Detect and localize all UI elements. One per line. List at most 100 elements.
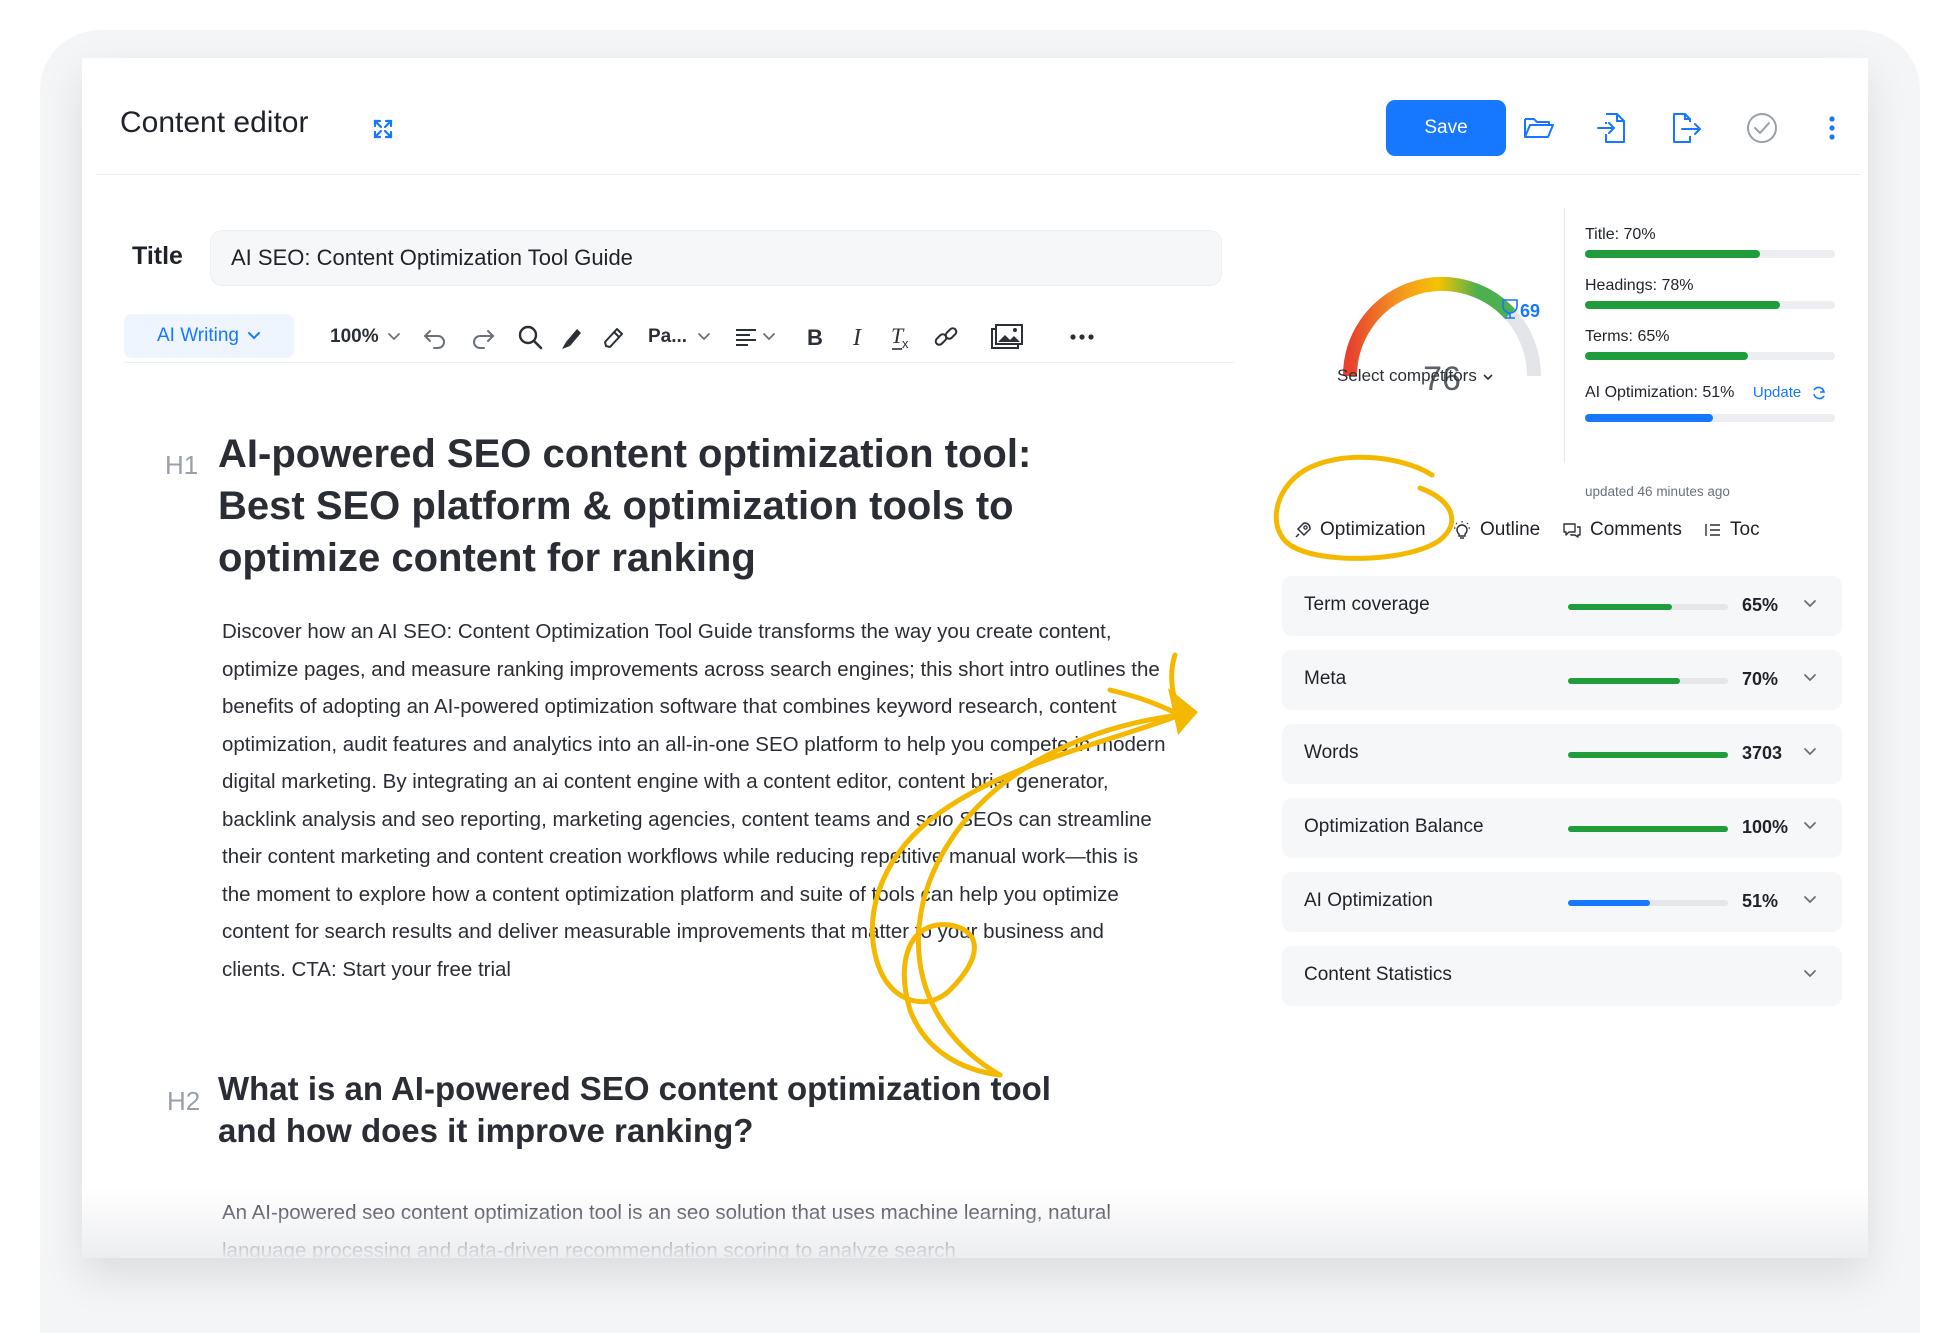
chevron-down-icon — [1804, 822, 1816, 830]
select-competitors-label: Select competitors — [1337, 366, 1477, 385]
mini-metric-track — [1585, 352, 1835, 360]
trophy-score: 69 — [1520, 301, 1540, 321]
tab-outline[interactable]: Outline — [1452, 510, 1540, 550]
highlighter-icon[interactable] — [558, 322, 584, 352]
zoom-dropdown[interactable]: 100% — [330, 322, 401, 352]
paragraph-style-dropdown[interactable]: Pa... — [648, 322, 711, 352]
eraser-pen-icon[interactable] — [600, 322, 626, 352]
metric-label: Optimization Balance — [1304, 816, 1484, 837]
metric-fill — [1568, 900, 1650, 906]
update-label: Update — [1752, 384, 1802, 401]
redo-icon[interactable] — [470, 322, 496, 352]
mini-metric-track — [1585, 250, 1835, 258]
svg-text:x: x — [902, 336, 909, 351]
metric-ai-optimization[interactable]: AI Optimization 51% — [1282, 872, 1842, 932]
chevron-down-icon — [1804, 970, 1816, 978]
metric-track — [1568, 752, 1728, 758]
metric-term-coverage[interactable]: Term coverage 65% — [1282, 576, 1842, 636]
mini-metric-label: Title: 70% — [1585, 226, 1656, 243]
metric-track — [1568, 826, 1728, 832]
chevron-down-icon — [387, 333, 400, 341]
clear-format-icon[interactable]: T x — [888, 322, 916, 352]
link-icon[interactable] — [932, 322, 960, 352]
editor-toolbar: AI Writing 100% Pa... B I T x — [124, 314, 1234, 363]
tab-label: Toc — [1730, 519, 1760, 540]
lightbulb-icon — [1454, 521, 1470, 539]
metric-fill — [1568, 752, 1728, 758]
ai-writing-dropdown[interactable]: AI Writing — [124, 314, 294, 358]
h2-tag: H2 — [167, 1086, 201, 1116]
tab-optimization[interactable]: Optimization — [1294, 510, 1426, 550]
undo-icon[interactable] — [422, 322, 448, 352]
metric-value: 100% — [1742, 817, 1789, 837]
mini-metric-track — [1585, 301, 1835, 309]
more-vertical-icon[interactable] — [1822, 110, 1842, 146]
metric-label: Meta — [1304, 668, 1347, 689]
metric-track — [1568, 900, 1728, 906]
chevron-down-icon — [1804, 896, 1816, 904]
metric-track — [1568, 604, 1728, 610]
expand-icon[interactable] — [372, 118, 394, 140]
select-competitors-dropdown[interactable]: Select competitors — [1337, 366, 1494, 386]
metric-value: 51% — [1742, 891, 1779, 911]
updated-ago-text: updated 46 minutes ago — [1585, 484, 1730, 499]
folder-open-icon[interactable] — [1521, 110, 1557, 146]
bold-icon[interactable]: B — [804, 322, 826, 352]
export-file-icon[interactable] — [1668, 110, 1704, 146]
metric-content-statistics[interactable]: Content Statistics — [1282, 946, 1842, 1006]
tab-label: Optimization — [1320, 519, 1426, 540]
editor-header: Content editor Save — [96, 88, 1861, 175]
tab-toc[interactable]: Toc — [1704, 510, 1760, 550]
metric-optimization-balance[interactable]: Optimization Balance 100% — [1282, 798, 1842, 858]
more-horizontal-icon[interactable] — [1068, 322, 1096, 352]
tab-comments[interactable]: Comments — [1562, 510, 1682, 550]
title-label: Title — [132, 242, 183, 270]
metric-meta[interactable]: Meta 70% — [1282, 650, 1842, 710]
rocket-icon — [1295, 522, 1311, 538]
mini-metric-track — [1585, 414, 1835, 422]
metric-fill — [1568, 826, 1728, 832]
refresh-icon — [1813, 386, 1826, 400]
svg-text:I: I — [852, 325, 862, 351]
metric-fill — [1568, 678, 1680, 684]
document-h2[interactable]: What is an AI-powered SEO content optimi… — [218, 1068, 1118, 1152]
chevron-down-icon — [1483, 374, 1493, 381]
document-h1[interactable]: AI-powered SEO content optimization tool… — [218, 428, 1118, 584]
document-paragraph-2[interactable]: An AI-powered seo content optimization t… — [222, 1194, 1167, 1258]
update-link[interactable]: Update — [1753, 384, 1828, 401]
metric-words[interactable]: Words 3703 — [1282, 724, 1842, 784]
mini-metric-label: Terms: 65% — [1585, 328, 1670, 345]
mini-metric-label-row: AI Optimization: 51% Update — [1585, 384, 1835, 402]
chevron-down-icon — [1804, 600, 1816, 608]
document-intro-paragraph[interactable]: Discover how an AI SEO: Content Optimiza… — [222, 613, 1167, 988]
image-icon[interactable] — [990, 322, 1024, 352]
chevron-down-icon — [763, 333, 775, 341]
align-dropdown[interactable] — [734, 322, 776, 352]
metric-label: Term coverage — [1304, 594, 1430, 615]
metric-value: 3703 — [1742, 743, 1783, 763]
import-file-icon[interactable] — [1594, 110, 1630, 146]
mini-metric-terms: Terms: 65% — [1585, 328, 1835, 360]
title-input[interactable] — [210, 230, 1222, 286]
save-button[interactable]: Save — [1386, 100, 1506, 156]
mini-metric-fill — [1585, 301, 1780, 309]
chevron-down-icon — [1804, 674, 1816, 682]
mini-metric-title: Title: 70% — [1585, 226, 1835, 258]
zoom-value: 100% — [330, 326, 379, 347]
mini-metric-ai-optimization: AI Optimization: 51% Update — [1585, 384, 1835, 422]
paragraph-style-value: Pa... — [648, 326, 688, 347]
svg-text:B: B — [807, 325, 823, 350]
metric-label: Words — [1304, 742, 1359, 763]
chevron-down-icon — [1804, 748, 1816, 756]
search-icon[interactable] — [516, 322, 544, 352]
metric-label: AI Optimization — [1304, 890, 1433, 911]
mini-metric-label: Headings: 78% — [1585, 277, 1694, 294]
mini-metric-headings: Headings: 78% — [1585, 277, 1835, 309]
check-circle-icon[interactable] — [1744, 110, 1780, 146]
score-divider — [1564, 208, 1565, 463]
tab-label: Comments — [1590, 519, 1682, 540]
align-left-icon — [736, 329, 756, 346]
italic-icon[interactable]: I — [848, 322, 870, 352]
app-title: Content editor — [120, 106, 309, 139]
ai-writing-label: AI Writing — [156, 325, 239, 346]
